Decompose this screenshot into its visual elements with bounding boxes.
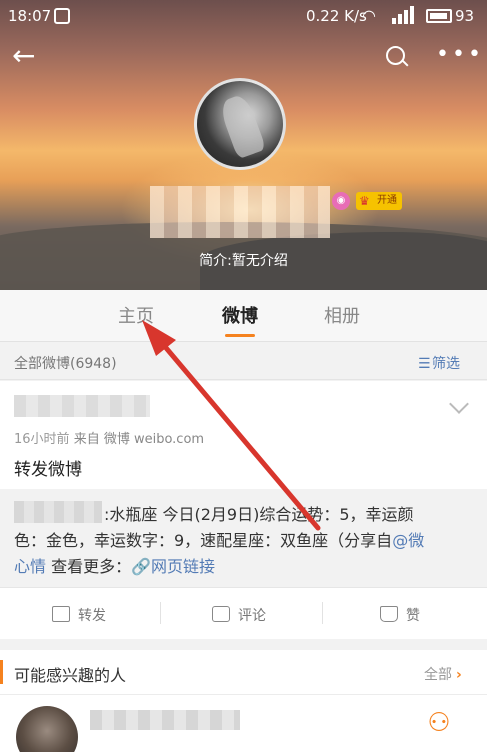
recommend-title: 可能感兴趣的人	[14, 666, 127, 685]
username-redacted	[150, 186, 330, 238]
recommend-all-label: 全部	[424, 667, 452, 683]
repost-text-line: 色：金色，幸运数字：9，速配星座：双鱼座（分享自@微	[14, 527, 424, 551]
signal-icon	[392, 6, 414, 24]
avatar[interactable]	[16, 706, 78, 752]
repost-text-line: 心情 查看更多：🔗网页链接	[14, 553, 215, 577]
repost-text: 查看更多：	[46, 557, 132, 576]
post-author-redacted	[14, 395, 150, 417]
status-bar: 18:07 0.22 K/s ◠ 93	[0, 0, 487, 32]
repost-author-redacted	[14, 501, 102, 523]
tab-album[interactable]: 相册	[324, 302, 360, 328]
section-divider	[0, 694, 487, 695]
recommend-all-link[interactable]: 全部 ›	[424, 664, 462, 684]
tab-home[interactable]: 主页	[118, 302, 154, 328]
filter-icon: ☰	[418, 356, 431, 372]
comment-button[interactable]: 评论	[212, 605, 266, 625]
filter-button[interactable]: ☰筛选	[418, 353, 460, 373]
active-tab-indicator	[225, 334, 255, 337]
link-icon: 🔗	[131, 557, 152, 576]
like-label: 赞	[406, 608, 420, 624]
network-speed: 0.22 K/s	[306, 7, 367, 25]
post-actions: 转发 评论 赞	[0, 587, 487, 639]
weibo-count-label[interactable]: 全部微博(6948)	[14, 353, 117, 373]
battery-icon	[426, 9, 452, 23]
repost-text-line: :水瓶座 今日(2月9日)综合运势：5，幸运颜	[104, 505, 414, 524]
mention-link[interactable]: 心情	[14, 557, 46, 576]
repost-label: 转发	[78, 608, 106, 624]
recommended-users: 可能感兴趣的人 全部 › ⚇	[0, 650, 487, 752]
repost-icon	[52, 606, 70, 622]
chevron-right-icon: ›	[456, 667, 462, 683]
action-divider	[322, 602, 323, 624]
filter-label: 筛选	[432, 356, 460, 372]
post-time: 16小时前	[14, 432, 70, 447]
mention-link[interactable]: @微	[392, 531, 424, 550]
post-text: 转发微博	[14, 460, 82, 480]
back-arrow-icon[interactable]: ←	[12, 42, 44, 70]
weibo-post[interactable]: 16小时前 来自 微博 weibo.com 转发微博 :水瓶座 今日(2月9日)…	[0, 381, 487, 639]
web-link-label: 网页链接	[151, 557, 216, 576]
recommended-user-redacted	[90, 710, 240, 730]
vip-open-badge[interactable]: ♛ 开通	[356, 192, 402, 210]
comment-icon	[212, 606, 230, 622]
repost-text: 色：金色，幸运数字：9，速配星座：双鱼座（分享自	[14, 531, 393, 550]
post-source: 来自 微博 weibo.com	[73, 432, 205, 447]
search-icon[interactable]	[384, 44, 410, 70]
section-accent-bar	[0, 660, 3, 684]
comment-label: 评论	[238, 608, 266, 624]
crown-icon: ♛	[359, 194, 370, 208]
tab-weibo[interactable]: 微博	[222, 302, 258, 328]
feed-filter-bar: 全部微博(6948) ☰筛选	[0, 342, 487, 380]
add-follow-icon[interactable]: ⚇	[424, 708, 454, 744]
vip-open-label: 开通	[377, 195, 397, 206]
verified-badge-icon[interactable]: ◉	[332, 192, 350, 210]
thumbs-up-icon	[380, 606, 398, 622]
action-divider	[160, 602, 161, 624]
profile-bio: 简介:暂无介绍	[199, 253, 288, 269]
notification-icon	[54, 8, 70, 24]
like-button[interactable]: 赞	[380, 605, 420, 625]
profile-tabs: 主页 微博 相册	[0, 290, 487, 342]
battery-percent: 93	[455, 7, 475, 25]
web-link[interactable]: 🔗网页链接	[131, 557, 215, 576]
more-options-icon[interactable]: •••	[436, 42, 484, 67]
profile-avatar[interactable]	[194, 78, 286, 170]
chevron-down-icon[interactable]	[449, 394, 469, 414]
reposted-content[interactable]: :水瓶座 今日(2月9日)综合运势：5，幸运颜 色：金色，幸运数字：9，速配星座…	[0, 489, 487, 587]
post-meta: 16小时前 来自 微博 weibo.com	[14, 428, 204, 447]
status-time: 18:07	[8, 7, 52, 25]
repost-button[interactable]: 转发	[52, 605, 106, 625]
wifi-icon: ◠	[362, 6, 376, 25]
